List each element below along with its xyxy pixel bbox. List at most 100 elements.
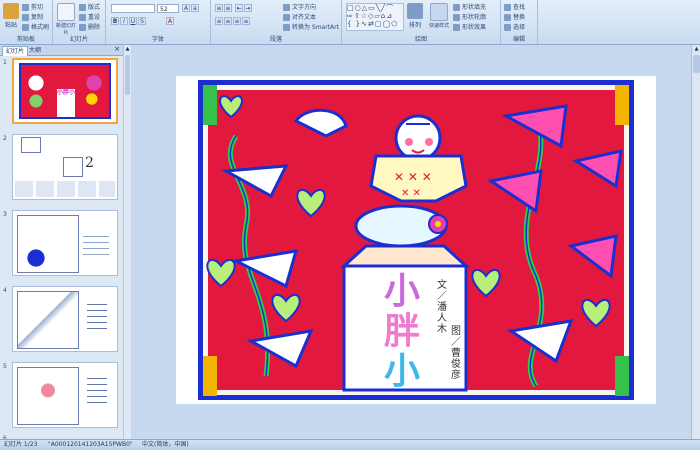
thumb-number: 4 — [3, 287, 7, 294]
format-painter-button[interactable]: 格式刷 — [22, 22, 49, 31]
paste-icon — [3, 3, 19, 19]
delete-slide-button[interactable]: 删除 — [79, 22, 100, 31]
thumb-number: 1 — [3, 59, 7, 66]
scroll-thumb[interactable] — [693, 55, 700, 73]
main-scrollbar[interactable]: ▲ — [691, 45, 700, 439]
slide-thumbnail-4[interactable] — [12, 286, 118, 352]
copy-icon — [22, 14, 29, 21]
svg-text:✕ ✕: ✕ ✕ — [401, 188, 421, 199]
layout-icon — [79, 4, 86, 11]
replace-icon — [504, 14, 511, 21]
slide-thumbnail-2[interactable]: 2 — [12, 134, 118, 200]
new-slide-button[interactable]: 新建幻灯片 — [55, 3, 77, 36]
thumb-art: 小胖小 — [19, 63, 111, 119]
clipboard-group: 粘贴 剪切 复制 格式刷 剪贴板 — [0, 0, 53, 44]
font-group: 52 A a B I U S A 字体 — [106, 0, 211, 44]
grow-font-button[interactable]: A — [182, 4, 190, 12]
slides-label: 幻灯片 — [69, 36, 88, 43]
align-text-icon — [283, 14, 290, 21]
shape-effects-button[interactable]: 形状效果 — [453, 22, 486, 31]
slide-thumbnail-5[interactable] — [12, 362, 118, 428]
editing-group: 查找 替换 选择 编辑 — [501, 0, 538, 44]
scroll-up-arrow[interactable]: ▲ — [124, 46, 131, 52]
font-label: 字体 — [151, 36, 164, 43]
align-right-button[interactable]: ≡ — [233, 17, 241, 25]
thumb-panel — [17, 291, 79, 349]
increase-indent-button[interactable]: ⇥ — [244, 4, 252, 12]
text-direction-button[interactable]: 文字方向 — [283, 2, 316, 11]
align-left-button[interactable]: ≡ — [215, 17, 223, 25]
cursor-icon — [504, 24, 511, 31]
font-name-field[interactable] — [111, 4, 155, 13]
font-color-button[interactable]: A — [166, 17, 174, 25]
strikethrough-button[interactable]: S — [138, 17, 146, 25]
binoculars-icon — [504, 4, 511, 11]
title-char-3: 小 — [383, 351, 420, 392]
tab-outline[interactable]: 大纲 — [26, 46, 44, 55]
slide-pane: 幻灯片 大纲 × 1 小胖小 2 2 3 4 5 6 — [0, 45, 124, 442]
author-credit: 文／潘人木 — [437, 280, 447, 335]
underline-button[interactable]: U — [129, 17, 137, 25]
align-center-button[interactable]: ≡ — [224, 17, 232, 25]
shapes-gallery[interactable]: □○△▭╲╱⌒ ⇨⇧☆◇▱⌂⊿{ }∿⇄▢◯⬠ — [346, 3, 404, 31]
slide-canvas[interactable]: ✕ ✕ ✕ ✕ ✕ 小 胖 小 文／潘人木 图／曹俊彦 — [176, 76, 656, 404]
title-char-2: 胖 — [383, 311, 420, 352]
thumb-panel-number: 2 — [85, 155, 94, 171]
arrange-icon — [407, 3, 423, 19]
copy-button[interactable]: 复制 — [22, 12, 43, 21]
pane-scrollbar[interactable]: ▲ — [123, 45, 131, 439]
numbering-button[interactable]: ≡ — [224, 4, 232, 12]
effects-icon — [453, 24, 460, 31]
scissors-icon — [22, 4, 29, 11]
italic-button[interactable]: I — [120, 17, 128, 25]
convert-smartart-button[interactable]: 转换为 SmartArt — [283, 22, 339, 31]
slide-thumbnail-1[interactable]: 小胖小 — [12, 58, 118, 124]
shrink-font-button[interactable]: a — [191, 4, 199, 12]
thumb-number: 3 — [3, 211, 7, 218]
shape-outline-button[interactable]: 形状轮廓 — [453, 12, 486, 21]
slides-group: 新建幻灯片 版式 重设 删除 幻灯片 — [53, 0, 106, 44]
font-size-field[interactable]: 52 — [157, 4, 179, 13]
drawing-group: □○△▭╲╱⌒ ⇨⇧☆◇▱⌂⊿{ }∿⇄▢◯⬠ 排列 快速样式 形状填充 形状轮廓… — [342, 0, 501, 44]
editing-label: 编辑 — [512, 36, 525, 43]
close-pane-icon[interactable]: × — [114, 45, 120, 53]
justify-button[interactable]: ≡ — [242, 17, 250, 25]
ribbon: 粘贴 剪切 复制 格式刷 剪贴板 新建幻灯片 版式 重设 删除 幻灯片 52 A… — [0, 0, 700, 45]
align-text-button[interactable]: 对齐文本 — [283, 12, 316, 21]
bullets-button[interactable]: ≡ — [215, 4, 223, 12]
replace-button[interactable]: 替换 — [504, 12, 525, 21]
slide-thumbnail-3[interactable] — [12, 210, 118, 276]
thumb-number: 5 — [3, 363, 7, 370]
thumb-flowers-right — [83, 71, 105, 111]
quick-styles-button[interactable]: 快速样式 — [428, 3, 450, 29]
reset-icon — [79, 14, 86, 21]
drawing-label: 绘图 — [414, 36, 427, 43]
shape-fill-button[interactable]: 形状填充 — [453, 2, 486, 11]
reset-button[interactable]: 重设 — [79, 12, 100, 21]
new-slide-icon — [57, 3, 75, 21]
thumb-panel — [15, 181, 115, 197]
scroll-up-arrow[interactable]: ▲ — [692, 46, 700, 52]
select-button[interactable]: 选择 — [504, 22, 525, 31]
paragraph-group: ≡ ≡ ⇤ ⇥ ≡ ≡ ≡ ≡ 文字方向 对齐文本 转换为 SmartArt 段… — [211, 0, 342, 44]
title-char-1: 小 — [383, 271, 420, 312]
decrease-indent-button[interactable]: ⇤ — [235, 4, 243, 12]
find-button[interactable]: 查找 — [504, 2, 525, 11]
cut-button[interactable]: 剪切 — [22, 2, 43, 11]
thumb-text-lines — [87, 373, 107, 407]
paint-bucket-icon — [453, 4, 460, 11]
paste-button[interactable]: 粘贴 — [2, 3, 20, 29]
thumb-panel — [63, 157, 83, 177]
tab-slides[interactable]: 幻灯片 — [2, 46, 29, 56]
arrange-button[interactable]: 排列 — [406, 3, 424, 29]
thumb-text-lines — [87, 299, 107, 329]
thumb-number: 2 — [3, 135, 7, 142]
layout-button[interactable]: 版式 — [79, 2, 100, 11]
smartart-icon — [283, 24, 290, 31]
text-direction-icon — [283, 4, 290, 11]
thumb-panel — [21, 137, 41, 153]
quick-styles-icon — [430, 3, 448, 21]
bold-button[interactable]: B — [111, 17, 119, 25]
scroll-thumb[interactable] — [125, 55, 130, 95]
clipboard-label: 剪贴板 — [16, 36, 35, 43]
